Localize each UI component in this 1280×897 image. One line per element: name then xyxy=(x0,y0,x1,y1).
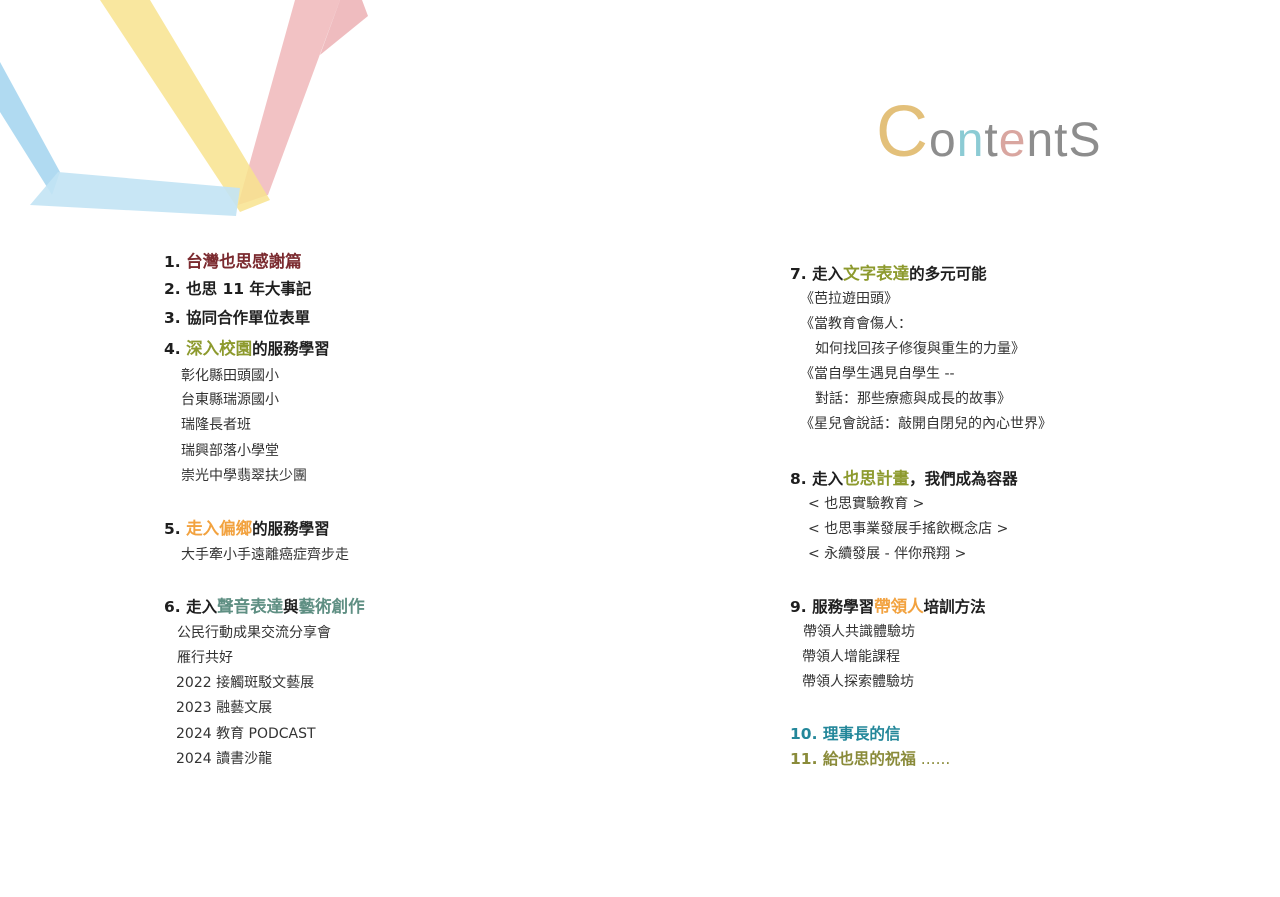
section-8-item[interactable]: < 永續發展 - 伴你飛翔 > xyxy=(808,543,966,563)
toc-section-11[interactable]: 11. 給也思的祝福 ...... xyxy=(790,747,950,769)
toc-section-8[interactable]: 8. 走入也思計畫，我們成為容器 xyxy=(790,465,1018,489)
section-6-highlight-2: 藝術創作 xyxy=(298,597,365,616)
section-6-item[interactable]: 雁行共好 xyxy=(177,647,233,667)
section-6-item[interactable]: 2024 讀書沙龍 xyxy=(176,748,272,768)
section-8-rest: ，我們成為容器 xyxy=(909,470,1018,488)
section-7-item[interactable]: 如何找回孩子修復與重生的力量》 xyxy=(815,338,1025,358)
title-letter-o: o xyxy=(929,114,957,167)
decorative-hexagon-graphic xyxy=(0,0,368,216)
toc-section-2[interactable]: 2. 也思 11 年大事記 xyxy=(164,277,311,299)
section-9-item[interactable]: 帶領人探索體驗坊 xyxy=(802,671,914,691)
section-9-rest: 培訓方法 xyxy=(923,598,986,616)
section-4-item[interactable]: 崇光中學翡翠扶少團 xyxy=(181,465,307,485)
toc-section-7[interactable]: 7. 走入文字表達的多元可能 xyxy=(790,260,987,284)
section-8-number: 8. 走入 xyxy=(790,470,844,488)
title-letter-t: t xyxy=(984,114,999,167)
section-7-item[interactable]: 《當自學生遇見自學生 -- xyxy=(800,363,955,383)
toc-section-5[interactable]: 5. 走入偏鄉的服務學習 xyxy=(164,515,330,539)
section-4-item[interactable]: 台東縣瑞源國小 xyxy=(181,389,279,409)
title-letter-t2: t xyxy=(1054,114,1069,167)
section-4-rest: 的服務學習 xyxy=(252,340,330,358)
section-4-item[interactable]: 瑞隆長者班 xyxy=(181,414,251,434)
section-11-title: 11. 給也思的祝福 xyxy=(790,750,916,768)
section-7-item[interactable]: 《星兒會說話：敲開自閉兒的內心世界》 xyxy=(800,413,1052,433)
section-9-number: 9. 服務學習 xyxy=(790,598,875,616)
title-letter-s: S xyxy=(1068,114,1102,167)
deco-stripe-blue-diag xyxy=(0,62,60,195)
toc-section-1[interactable]: 1. 台灣也思感謝篇 xyxy=(164,248,302,272)
toc-section-3[interactable]: 3. 協同合作單位表單 xyxy=(164,306,310,328)
section-1-number: 1. xyxy=(164,253,187,271)
section-7-item[interactable]: 《芭拉遊田頭》 xyxy=(800,288,898,308)
section-7-highlight: 文字表達 xyxy=(843,264,910,283)
section-11-dots: ...... xyxy=(915,750,951,768)
section-6-highlight-1: 聲音表達 xyxy=(217,597,284,616)
section-5-rest: 的服務學習 xyxy=(252,520,330,538)
title-letter-n2: n xyxy=(1026,114,1055,167)
section-8-item[interactable]: < 也思實驗教育 > xyxy=(808,493,924,513)
section-6-item[interactable]: 2022 接觸斑駁文藝展 xyxy=(176,672,314,692)
section-9-item[interactable]: 帶領人增能課程 xyxy=(802,646,900,666)
section-7-number: 7. 走入 xyxy=(790,265,844,283)
section-6-item[interactable]: 公民行動成果交流分享會 xyxy=(177,622,331,642)
section-6-mid: 與 xyxy=(283,598,299,616)
section-1-title: 台灣也思感謝篇 xyxy=(186,252,302,271)
section-7-item[interactable]: 《當教育會傷人： xyxy=(800,313,912,333)
title-letter-e: e xyxy=(998,114,1027,167)
section-9-highlight: 帶領人 xyxy=(874,597,924,616)
contents-title: ContentS xyxy=(876,96,1102,168)
section-7-rest: 的多元可能 xyxy=(909,265,987,283)
title-letter-c: C xyxy=(876,92,929,172)
section-8-item[interactable]: < 也思事業發展手搖飲概念店 > xyxy=(808,518,1008,538)
toc-section-10[interactable]: 10. 理事長的信 xyxy=(790,722,900,744)
toc-section-9[interactable]: 9. 服務學習帶領人培訓方法 xyxy=(790,593,986,617)
section-4-item[interactable]: 彰化縣田頭國小 xyxy=(181,365,279,385)
section-8-highlight: 也思計畫 xyxy=(843,469,910,488)
section-5-item[interactable]: 大手牽小手遠離癌症齊步走 xyxy=(181,544,349,564)
section-4-number: 4. xyxy=(164,340,187,358)
section-5-highlight: 走入偏鄉 xyxy=(186,519,253,538)
section-6-number: 6. 走入 xyxy=(164,598,218,616)
section-6-item[interactable]: 2023 融藝文展 xyxy=(176,697,272,717)
toc-section-6[interactable]: 6. 走入聲音表達與藝術創作 xyxy=(164,593,365,617)
section-4-highlight: 深入校園 xyxy=(186,339,253,358)
deco-stripe-blue-bottom xyxy=(30,172,240,216)
section-9-item[interactable]: 帶領人共識體驗坊 xyxy=(803,621,915,641)
section-6-item[interactable]: 2024 教育 PODCAST xyxy=(176,723,316,743)
toc-section-4[interactable]: 4. 深入校園的服務學習 xyxy=(164,335,330,359)
section-4-item[interactable]: 瑞興部落小學堂 xyxy=(181,440,279,460)
section-7-item[interactable]: 對話：那些療癒與成長的故事》 xyxy=(815,388,1011,408)
title-letter-n: n xyxy=(956,114,985,167)
section-5-number: 5. xyxy=(164,520,187,538)
